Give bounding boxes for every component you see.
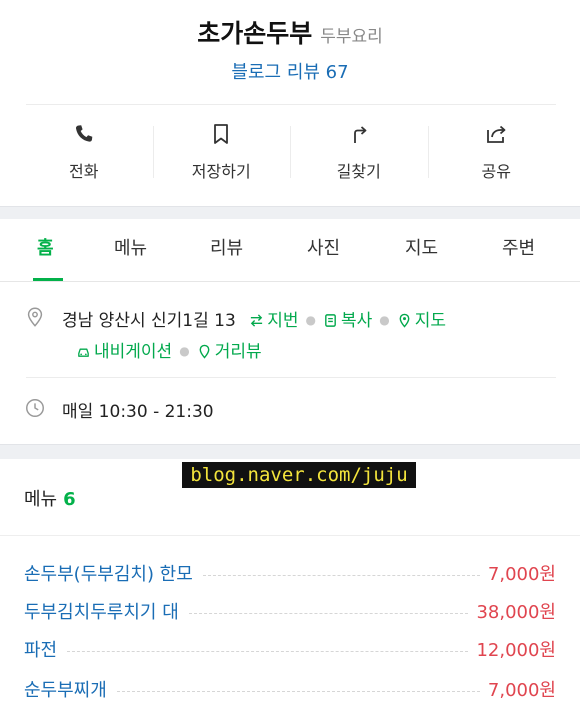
tab-bar: 홈 메뉴 리뷰 사진 지도 주변: [0, 219, 580, 282]
menu-item-name: 순두부찌개: [24, 680, 107, 701]
address-row: 경남 양산시 신기1길 13 지번 ● 복사 ● 지도: [62, 306, 446, 331]
streetview-icon: [199, 344, 210, 359]
menu-heading: 메뉴 6: [24, 485, 76, 511]
menu-item[interactable]: 두부김치두루치기 대 38,000원: [24, 597, 556, 625]
share-icon: [487, 125, 506, 143]
title-row: 초가손두부 두부요리: [0, 14, 580, 50]
tab-menu[interactable]: 메뉴: [114, 234, 147, 260]
tab-nearby[interactable]: 주변: [502, 234, 535, 260]
menu-list: 손두부(두부김치) 한모 7,000원 두부김치두루치기 대 38,000원 파…: [0, 535, 580, 701]
menu-item-name: 두부김치두루치기 대: [24, 602, 179, 623]
tab-photos[interactable]: 사진: [307, 234, 340, 260]
copy-label: 복사: [340, 311, 373, 331]
separator-dot: ●: [305, 313, 316, 327]
menu-item-price: 7,000원: [487, 564, 556, 585]
menu-item-price: 12,000원: [476, 640, 556, 661]
watermark: blog.naver.com/juju: [182, 462, 416, 488]
tab-reviews[interactable]: 리뷰: [210, 234, 243, 260]
place-name: 초가손두부: [197, 19, 313, 48]
navigation-link[interactable]: 내비게이션: [76, 342, 172, 362]
dotted-leader: [202, 574, 480, 576]
directions-label: 길찾기: [336, 162, 381, 181]
jibun-label: 지번: [267, 311, 299, 331]
map-label: 지도: [414, 311, 446, 331]
address-text: 경남 양산시 신기1길 13: [62, 311, 236, 331]
directions-button[interactable]: 길찾기: [290, 122, 428, 186]
map-link[interactable]: 지도: [397, 311, 446, 331]
menu-item[interactable]: 손두부(두부김치) 한모 7,000원: [24, 559, 556, 587]
separator-dot: ●: [179, 344, 190, 358]
share-button[interactable]: 공유: [427, 122, 566, 186]
streetview-link[interactable]: 거리뷰: [197, 342, 262, 362]
copy-icon: [325, 314, 336, 327]
streetview-label: 거리뷰: [214, 342, 262, 362]
menu-item[interactable]: 순두부찌개 7,000원: [24, 675, 556, 703]
location-pin-icon: [27, 307, 43, 327]
directions-icon: [353, 126, 367, 143]
share-label: 공유: [481, 162, 511, 181]
car-icon: [78, 348, 89, 357]
phone-icon: [75, 125, 93, 142]
section-gap: [0, 444, 580, 459]
action-bar: 전화 저장하기 길찾기 공유: [15, 122, 565, 186]
section-gap: [0, 206, 580, 219]
menu-heading-label: 메뉴: [24, 489, 58, 510]
dotted-leader: [188, 612, 469, 614]
dotted-leader: [116, 690, 480, 692]
menu-item-price: 38,000원: [476, 602, 556, 623]
menu-item-name: 손두부(두부김치) 한모: [24, 564, 193, 585]
tab-map[interactable]: 지도: [405, 234, 438, 260]
call-label: 전화: [69, 162, 99, 181]
swap-icon: [251, 314, 263, 327]
active-tab-indicator: [33, 278, 63, 281]
map-pin-icon: [399, 313, 410, 328]
separator-dot: ●: [379, 313, 390, 327]
dotted-leader: [67, 650, 469, 652]
navigation-label: 내비게이션: [94, 342, 173, 362]
menu-count: 6: [63, 489, 76, 510]
bookmark-icon: [214, 124, 229, 144]
info-divider: [26, 377, 556, 378]
address-row-2: 내비게이션 ● 거리뷰: [76, 337, 262, 362]
place-category: 두부요리: [320, 27, 383, 47]
blog-review-link[interactable]: 블로그 리뷰 67: [0, 58, 580, 84]
menu-item-name: 파전: [24, 640, 58, 661]
menu-item-price: 7,000원: [487, 680, 556, 701]
copy-link[interactable]: 복사: [323, 311, 372, 331]
header-divider: [26, 104, 556, 105]
save-button[interactable]: 저장하기: [152, 122, 291, 186]
call-button[interactable]: 전화: [15, 122, 153, 186]
hours-text: 매일 10:30 - 21:30: [62, 402, 214, 422]
tab-home[interactable]: 홈: [37, 234, 54, 260]
menu-item[interactable]: 파전 12,000원: [24, 635, 556, 663]
place-header: 초가손두부 두부요리 블로그 리뷰 67 전화 저장하기 길찾기 공유: [0, 0, 580, 206]
save-label: 저장하기: [191, 162, 251, 181]
clock-icon: [26, 399, 44, 417]
jibun-link[interactable]: 지번: [249, 311, 298, 331]
